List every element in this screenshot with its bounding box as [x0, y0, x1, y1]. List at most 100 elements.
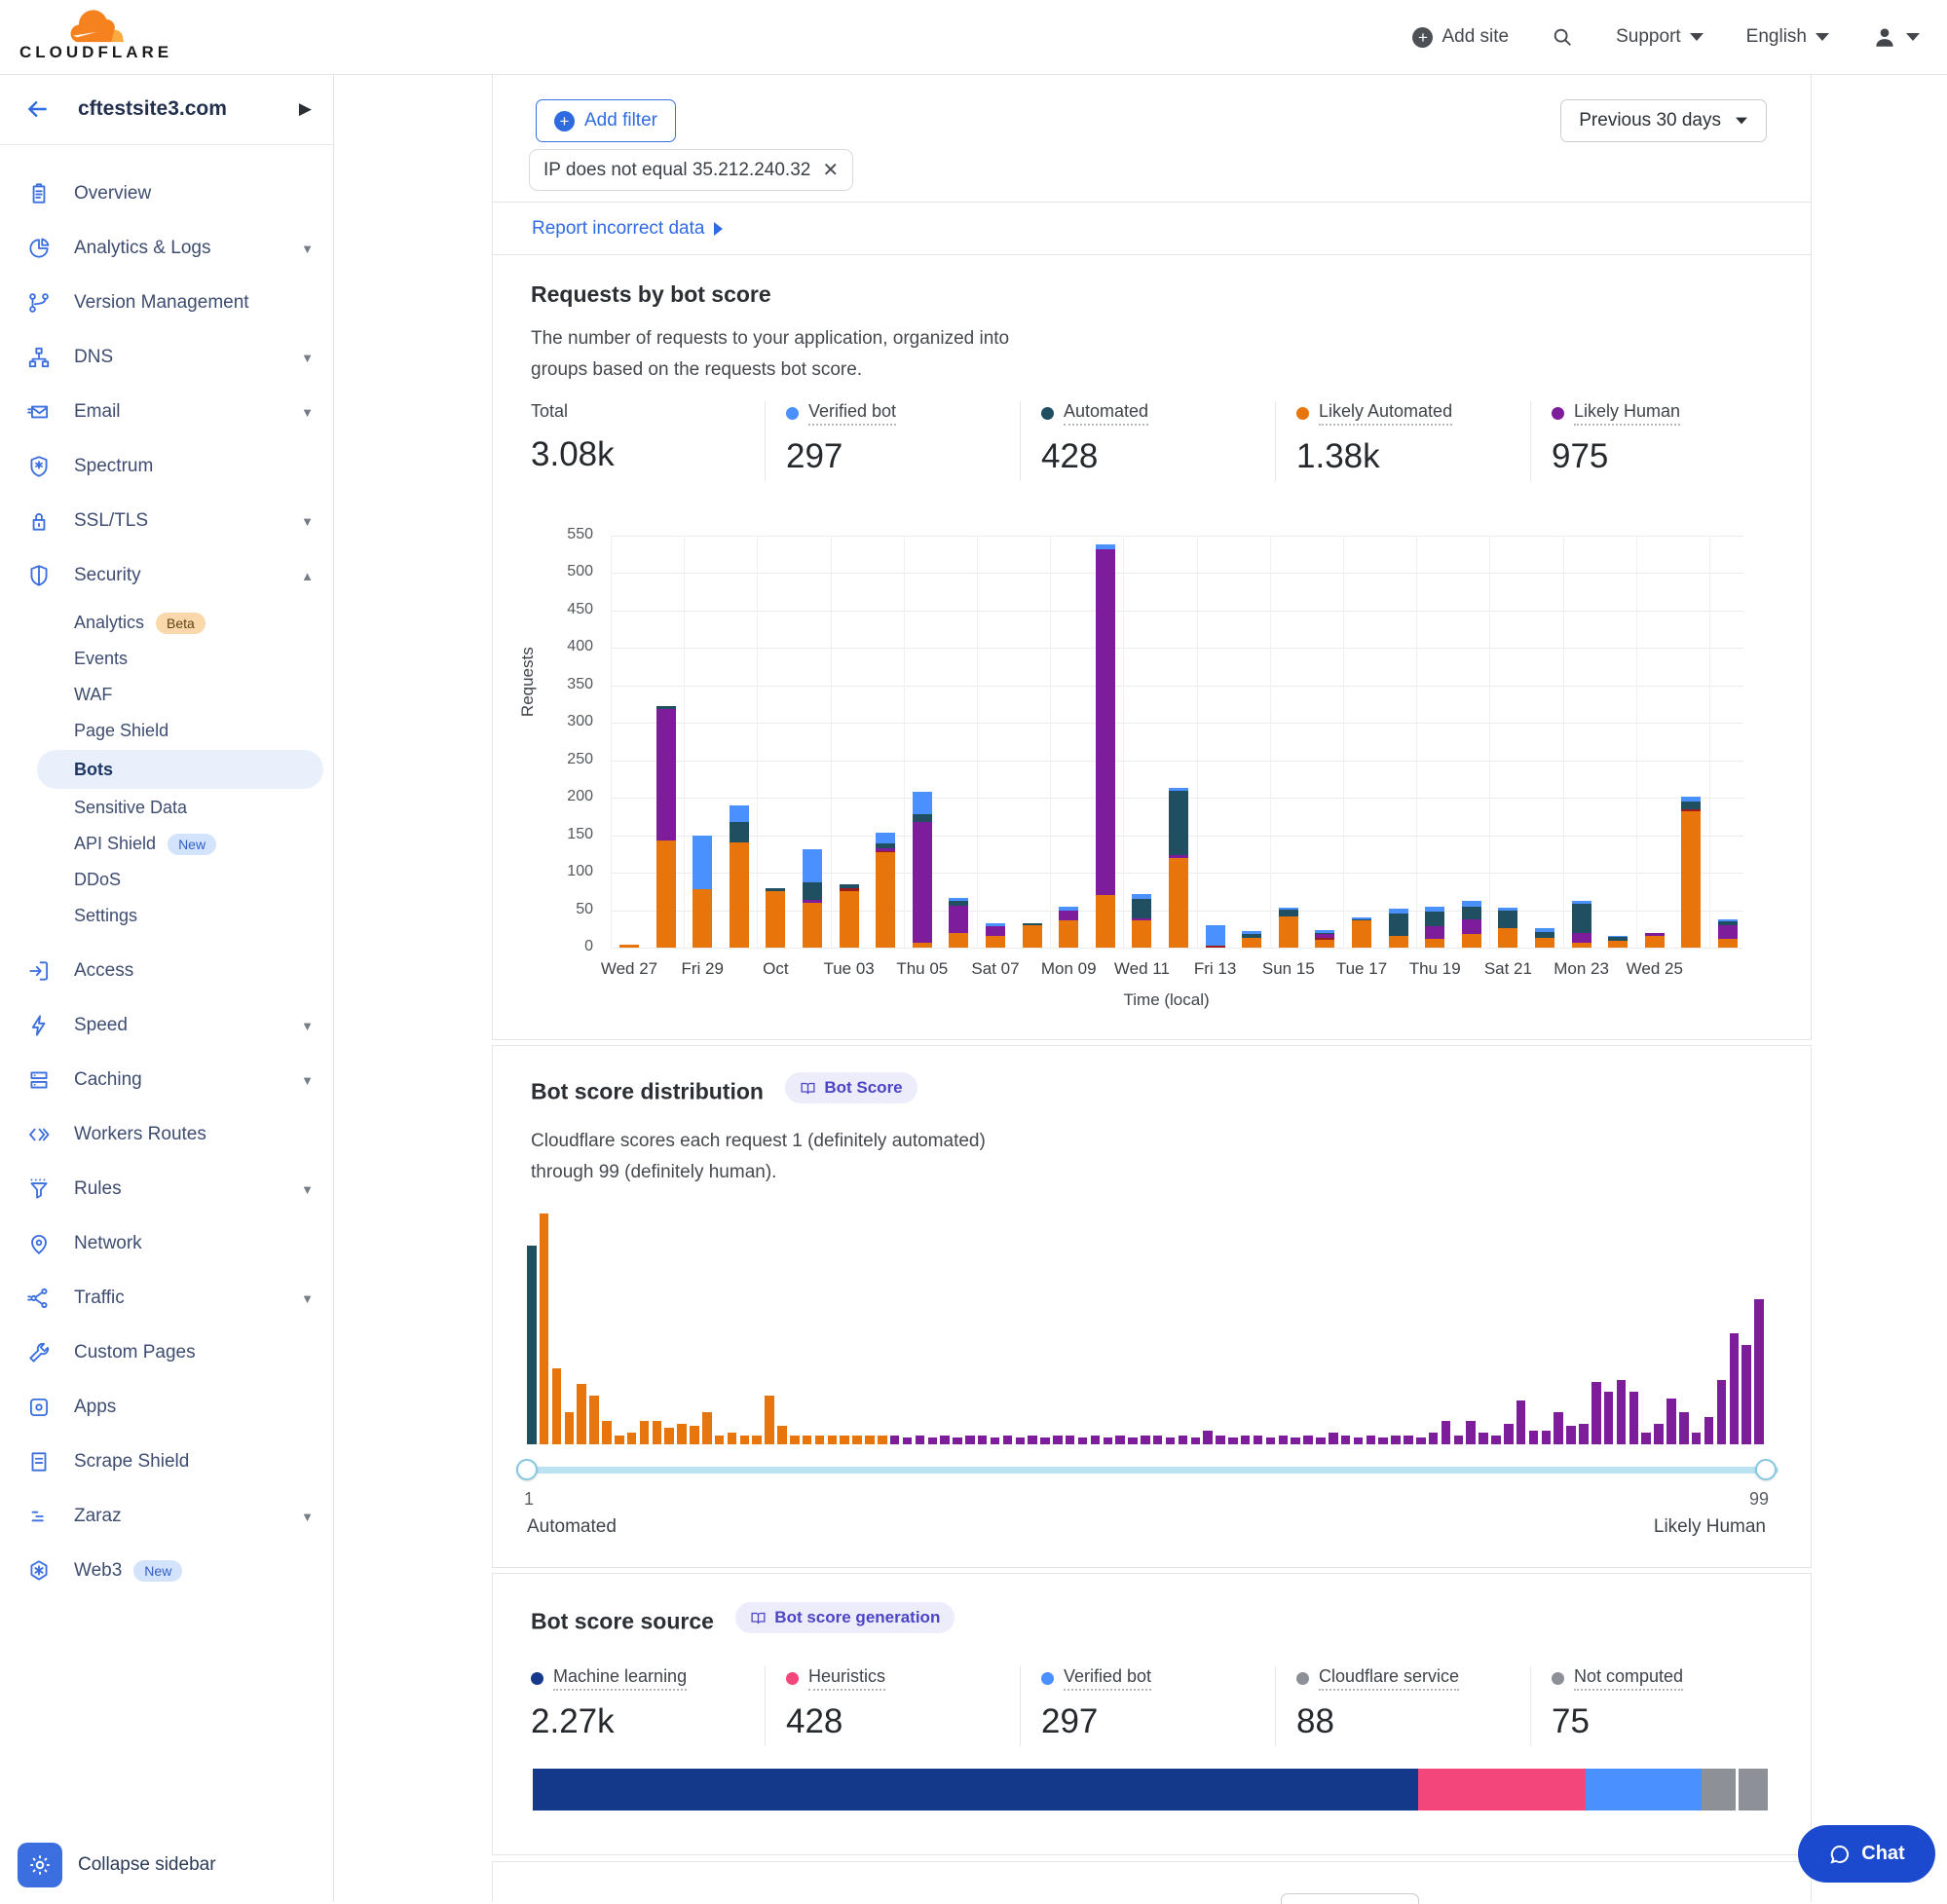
histogram-bar [852, 1436, 862, 1444]
chat-button[interactable]: Chat [1798, 1825, 1935, 1883]
chevron-down-icon[interactable]: ▼ [301, 1019, 314, 1033]
chart-plot-area [611, 536, 1743, 948]
sidebar-subitem-analytics[interactable]: AnalyticsBeta [0, 605, 333, 641]
histogram-bar [1203, 1431, 1213, 1444]
chevron-down-icon[interactable]: ▼ [301, 1291, 314, 1306]
support-menu[interactable]: Support [1616, 26, 1704, 48]
stat-automated: Automated428 [1041, 401, 1148, 476]
report-incorrect-data-link[interactable]: Report incorrect data [532, 218, 723, 240]
sidebar-subitem-waf[interactable]: WAF [0, 677, 333, 713]
plus-circle-icon: + [1412, 27, 1433, 48]
chevron-down-icon[interactable]: ▼ [301, 1182, 314, 1197]
sidebar-item-speed[interactable]: Speed▼ [0, 998, 333, 1053]
sidebar-item-analytics-logs[interactable]: Analytics & Logs▼ [0, 221, 333, 276]
score-slider-track[interactable] [520, 1467, 1779, 1474]
legend-dot [1296, 1672, 1309, 1685]
histogram-bar [640, 1421, 650, 1444]
chevron-up-icon[interactable]: ▲ [301, 569, 314, 583]
chevron-down-icon[interactable]: ▼ [301, 242, 314, 256]
sidebar-item-apps[interactable]: Apps [0, 1380, 333, 1435]
back-arrow-icon[interactable] [25, 96, 51, 122]
sidebar-item-ssl-tls[interactable]: SSL/TLS▼ [0, 494, 333, 548]
search-button[interactable] [1552, 26, 1573, 48]
chart-bar-segment-likely-automated [1096, 895, 1115, 948]
slider-handle-min[interactable] [516, 1459, 538, 1480]
sidebar-subitem-bots[interactable]: Bots [0, 749, 333, 790]
settings-gear-button[interactable] [18, 1843, 62, 1887]
chevron-down-icon[interactable]: ▼ [301, 351, 314, 365]
sidebar-item-scrape-shield[interactable]: Scrape Shield [0, 1435, 333, 1489]
chart-bar-segment-automated [1572, 904, 1591, 932]
report-link-label: Report incorrect data [532, 218, 704, 240]
sidebar-item-label: Network [74, 1233, 142, 1254]
next-card-partial [492, 1861, 1812, 1902]
chevron-down-icon[interactable]: ▼ [301, 1073, 314, 1088]
sidebar-item-security[interactable]: Security▲ [0, 548, 333, 603]
filter-chip[interactable]: IP does not equal 35.212.240.32 ✕ [529, 149, 853, 191]
sidebar-subitem-api-shield[interactable]: API ShieldNew [0, 826, 333, 862]
add-filter-button[interactable]: + Add filter [536, 99, 676, 142]
bot-score-badge[interactable]: Bot Score [785, 1072, 917, 1103]
chevron-down-icon[interactable]: ▼ [301, 405, 314, 420]
language-menu[interactable]: English [1746, 26, 1829, 48]
slider-handle-max[interactable] [1755, 1459, 1777, 1480]
chart-bar-segment-likely-human [656, 709, 676, 840]
legend-dot [531, 1672, 543, 1685]
account-menu[interactable] [1872, 24, 1920, 50]
slider-min-label: Automated [527, 1516, 617, 1538]
sidebar-item-web3[interactable]: Web3New [0, 1544, 333, 1598]
sidebar-item-access[interactable]: Access [0, 944, 333, 998]
histogram-bar [1216, 1436, 1225, 1444]
histogram-bar [1291, 1437, 1300, 1444]
sidebar-subitem-settings[interactable]: Settings [0, 898, 333, 934]
chart-bar [1389, 909, 1408, 948]
close-icon[interactable]: ✕ [822, 158, 839, 182]
chevron-down-icon[interactable]: ▼ [301, 514, 314, 529]
sidebar-item-workers-routes[interactable]: Workers Routes [0, 1107, 333, 1162]
sidebar-subsection-security: AnalyticsBetaEventsWAFPage ShieldBotsSen… [0, 605, 333, 934]
apps-icon [26, 1395, 52, 1420]
partial-button[interactable] [1281, 1893, 1419, 1904]
sidebar-item-overview[interactable]: Overview [0, 167, 333, 221]
analytics-logs-icon [26, 236, 52, 261]
sidebar-item-custom-pages[interactable]: Custom Pages [0, 1325, 333, 1380]
collapse-sidebar[interactable]: Collapse sidebar [0, 1828, 333, 1902]
histogram-bar [1641, 1433, 1651, 1444]
sidebar-subitem-sensitive-data[interactable]: Sensitive Data [0, 790, 333, 826]
sidebar-item-email[interactable]: Email▼ [0, 385, 333, 439]
chevron-right-icon[interactable]: ▶ [299, 99, 312, 119]
date-range-selector[interactable]: Previous 30 days [1560, 99, 1767, 142]
cloudflare-logo[interactable]: CLOUDFLARE [19, 8, 172, 62]
date-range-label: Previous 30 days [1579, 110, 1721, 131]
histogram-bar [1316, 1437, 1326, 1444]
sidebar-item-network[interactable]: Network [0, 1216, 333, 1271]
chart-bar-segment-likely-automated [1279, 916, 1298, 948]
stat-likely-human: Likely Human975 [1552, 401, 1680, 476]
x-axis-tick: Tue 17 [1336, 959, 1387, 979]
requests-stats-row: Total3.08kVerified bot297Automated428Lik… [493, 401, 1811, 489]
chart-bar [1572, 901, 1591, 948]
y-axis-label: Requests [518, 647, 538, 717]
sidebar-item-spectrum[interactable]: Spectrum [0, 439, 333, 494]
chart-bar-segment-likely-automated [1425, 939, 1444, 948]
sidebar-item-zaraz[interactable]: Zaraz▼ [0, 1489, 333, 1544]
chart-bar [1206, 925, 1225, 948]
sidebar-item-rules[interactable]: Rules▼ [0, 1162, 333, 1216]
site-selector[interactable]: cftestsite3.com ▶ [0, 74, 333, 145]
chart-bar-segment-likely-automated [730, 842, 749, 948]
ssl-tls-icon [26, 508, 52, 534]
sidebar-subitem-ddos[interactable]: DDoS [0, 862, 333, 898]
sidebar-item-dns[interactable]: DNS▼ [0, 330, 333, 385]
sidebar-subitem-events[interactable]: Events [0, 641, 333, 677]
bot-score-generation-badge[interactable]: Bot score generation [735, 1602, 955, 1633]
sidebar-item-caching[interactable]: Caching▼ [0, 1053, 333, 1107]
sidebar-subitem-page-shield[interactable]: Page Shield [0, 713, 333, 749]
sidebar-item-traffic[interactable]: Traffic▼ [0, 1271, 333, 1325]
sidebar-item-version-management[interactable]: Version Management [0, 276, 333, 330]
sidebar-item-label: Custom Pages [74, 1342, 196, 1363]
chart-bar-segment-automated [1462, 907, 1481, 919]
chevron-down-icon[interactable]: ▼ [301, 1510, 314, 1524]
chart-bar-segment-likely-automated [1023, 925, 1042, 948]
sidebar-subitem-label: Settings [74, 906, 137, 926]
add-site-button[interactable]: + Add site [1412, 26, 1509, 48]
